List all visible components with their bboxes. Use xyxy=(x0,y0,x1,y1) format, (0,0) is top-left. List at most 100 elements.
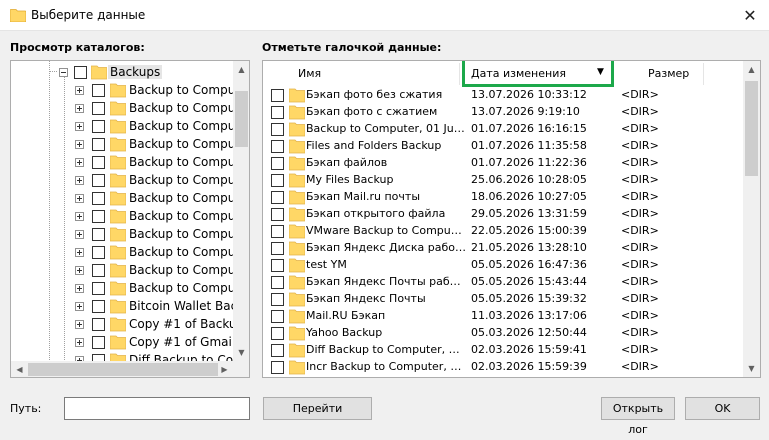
scroll-left-icon[interactable]: ◀ xyxy=(11,361,28,377)
list-row[interactable]: VMware Backup to Computer 22.05.2026 15:0… xyxy=(263,223,743,240)
row-checkbox[interactable] xyxy=(271,259,284,272)
row-checkbox[interactable] xyxy=(271,191,284,204)
list-row[interactable]: Бэкап Яндекс Почты рабочей 05.05.2026 15:… xyxy=(263,274,743,291)
row-checkbox[interactable] xyxy=(271,361,284,374)
list-row[interactable]: Бэкап открытого файла 29.05.2026 13:31:59… xyxy=(263,206,743,223)
scroll-down-icon[interactable]: ▼ xyxy=(233,344,249,361)
tree-checkbox[interactable] xyxy=(92,282,105,295)
tree-checkbox[interactable] xyxy=(92,318,105,331)
expand-icon[interactable] xyxy=(75,122,84,131)
expand-icon[interactable] xyxy=(75,266,84,275)
row-checkbox[interactable] xyxy=(271,225,284,238)
expand-icon[interactable] xyxy=(75,248,84,257)
list-row[interactable]: Бэкап фото с сжатием 13.07.2026 9:19:10 <D… xyxy=(263,104,743,121)
tree-checkbox[interactable] xyxy=(92,174,105,187)
expand-icon[interactable] xyxy=(75,140,84,149)
tree-horizontal-scrollbar[interactable]: ◀ ▶ xyxy=(11,361,249,377)
column-header-name[interactable]: Имя xyxy=(298,61,321,87)
row-checkbox[interactable] xyxy=(271,89,284,102)
list-row[interactable]: test YM 05.05.2026 16:47:36 <DIR> xyxy=(263,257,743,274)
list-row[interactable]: Бэкап Mail.ru почты 18.06.2026 10:27:05 <D… xyxy=(263,189,743,206)
column-header-size[interactable]: Размер xyxy=(648,61,689,87)
tree-checkbox[interactable] xyxy=(74,66,87,79)
path-input[interactable] xyxy=(64,397,250,420)
tree-item[interactable]: Bitcoin Wallet Backup xyxy=(11,297,249,315)
close-icon[interactable]: ✕ xyxy=(735,5,765,27)
tree-checkbox[interactable] xyxy=(92,210,105,223)
row-checkbox[interactable] xyxy=(271,208,284,221)
expand-icon[interactable] xyxy=(75,104,84,113)
tree-checkbox[interactable] xyxy=(92,264,105,277)
row-checkbox[interactable] xyxy=(271,123,284,136)
row-checkbox[interactable] xyxy=(271,242,284,255)
column-header-date-highlighted[interactable]: Дата изменения ▼ xyxy=(462,61,614,87)
list-row[interactable]: Backup to Computer, 01 Jul 2026 01.07.202… xyxy=(263,121,743,138)
scroll-down-icon[interactable]: ▼ xyxy=(743,360,760,377)
list-row[interactable]: Files and Folders Backup 01.07.2026 11:35… xyxy=(263,138,743,155)
row-checkbox[interactable] xyxy=(271,174,284,187)
tree-item[interactable]: Backup to Computer xyxy=(11,261,249,279)
scroll-up-icon[interactable]: ▲ xyxy=(743,61,760,78)
tree-item[interactable]: Copy #1 of Gmail Backup xyxy=(11,333,249,351)
list-row[interactable]: Бэкап файлов 01.07.2026 11:22:36 <DIR> xyxy=(263,155,743,172)
tree-checkbox[interactable] xyxy=(92,192,105,205)
row-checkbox[interactable] xyxy=(271,293,284,306)
collapse-icon[interactable] xyxy=(59,68,68,77)
list-vertical-scrollbar[interactable]: ▲ ▼ xyxy=(743,61,760,377)
row-checkbox[interactable] xyxy=(271,276,284,289)
list-row[interactable]: Yahoo Backup 05.03.2026 12:50:44 <DIR> xyxy=(263,325,743,342)
tree-item[interactable]: Backup to Computer xyxy=(11,81,249,99)
tree-checkbox[interactable] xyxy=(92,246,105,259)
list-row[interactable]: Mail.RU Бэкап 11.03.2026 13:17:06 <DIR> xyxy=(263,308,743,325)
tree-item[interactable]: Backup to Computer xyxy=(11,279,249,297)
tree-vertical-scrollbar[interactable]: ▲ ▼ xyxy=(233,61,249,361)
file-list[interactable]: Имя Дата изменения ▼ Размер Бэкап фото б… xyxy=(262,60,761,378)
open-log-button[interactable]: Открыть лог xyxy=(601,397,675,436)
go-button[interactable]: Перейти xyxy=(263,397,372,420)
expand-icon[interactable] xyxy=(75,212,84,221)
list-row[interactable]: My Files Backup 25.06.2026 10:28:05 <DIR> xyxy=(263,172,743,189)
list-row[interactable]: Бэкап Яндекс Почты 05.05.2026 15:39:32 <DI… xyxy=(263,291,743,308)
tree-checkbox[interactable] xyxy=(92,102,105,115)
expand-icon[interactable] xyxy=(75,302,84,311)
tree-item[interactable]: Backup to Computer xyxy=(11,243,249,261)
tree-item[interactable]: Backup to Computer xyxy=(11,171,249,189)
expand-icon[interactable] xyxy=(75,284,84,293)
tree-item[interactable]: Backup to Computer xyxy=(11,99,249,117)
expand-icon[interactable] xyxy=(75,194,84,203)
tree-item[interactable]: Backup to Computer xyxy=(11,117,249,135)
expand-icon[interactable] xyxy=(75,86,84,95)
tree-item[interactable]: Backup to Computer xyxy=(11,207,249,225)
tree-checkbox[interactable] xyxy=(92,300,105,313)
expand-icon[interactable] xyxy=(75,230,84,239)
tree-item[interactable]: Backup to Computer xyxy=(11,189,249,207)
expand-icon[interactable] xyxy=(75,320,84,329)
scroll-right-icon[interactable]: ▶ xyxy=(216,361,233,377)
row-checkbox[interactable] xyxy=(271,310,284,323)
tree-checkbox[interactable] xyxy=(92,120,105,133)
scroll-up-icon[interactable]: ▲ xyxy=(233,61,249,78)
list-row[interactable]: Бэкап Яндекс Диска рабочего 21.05.2026 13… xyxy=(263,240,743,257)
tree-checkbox[interactable] xyxy=(92,138,105,151)
tree-item[interactable]: Backup to Computer xyxy=(11,153,249,171)
row-checkbox[interactable] xyxy=(271,157,284,170)
scroll-thumb[interactable] xyxy=(235,91,248,147)
row-checkbox[interactable] xyxy=(271,140,284,153)
tree-item-backups[interactable]: Backups xyxy=(11,63,233,81)
expand-icon[interactable] xyxy=(75,338,84,347)
row-checkbox[interactable] xyxy=(271,106,284,119)
tree-checkbox[interactable] xyxy=(92,228,105,241)
list-row[interactable]: Incr Backup to Computer, 02 Mar 02.03.202… xyxy=(263,359,743,376)
tree-checkbox[interactable] xyxy=(92,156,105,169)
scroll-thumb[interactable] xyxy=(28,363,218,376)
scroll-thumb[interactable] xyxy=(745,81,758,176)
row-checkbox[interactable] xyxy=(271,344,284,357)
tree-item[interactable]: Copy #1 of Backup xyxy=(11,315,244,333)
list-row[interactable]: Бэкап фото без сжатия 13.07.2026 10:33:12… xyxy=(263,87,743,104)
directory-tree[interactable]: Backups Backup to Computer Backup to Comp… xyxy=(10,60,250,378)
ok-button[interactable]: OK xyxy=(685,397,760,420)
tree-item[interactable]: Backup to Computer xyxy=(11,135,249,153)
expand-icon[interactable] xyxy=(75,176,84,185)
tree-item[interactable]: Backup to Computer xyxy=(11,225,249,243)
expand-icon[interactable] xyxy=(75,158,84,167)
